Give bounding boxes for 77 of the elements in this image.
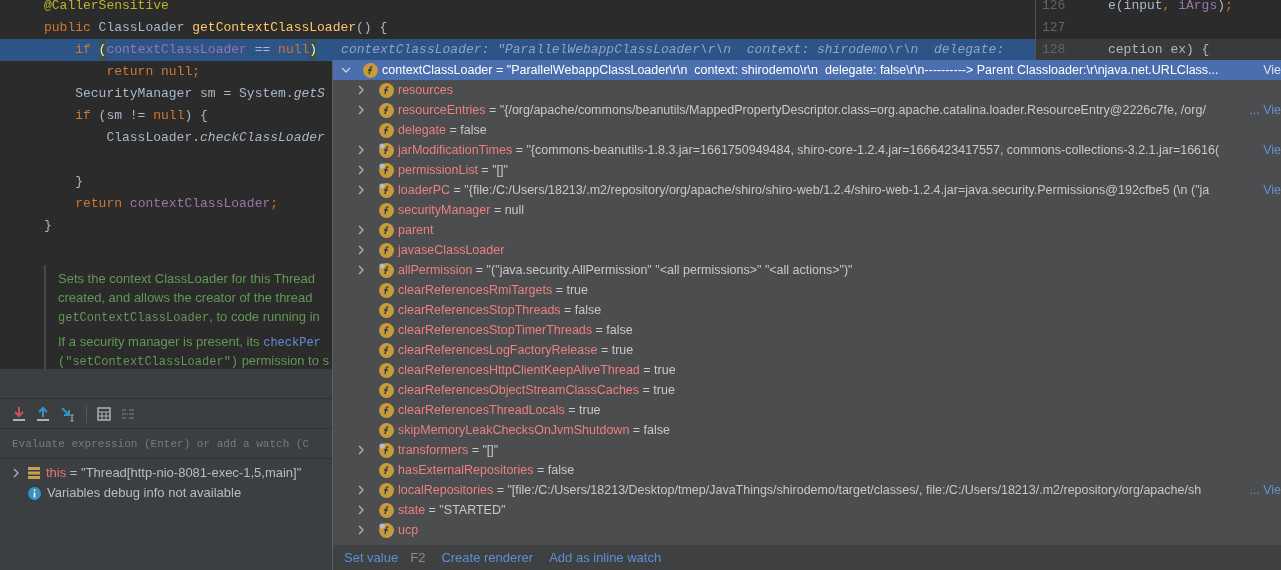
stack-icon (28, 467, 40, 479)
field-entry[interactable]: clearReferencesStopThreads = false (398, 300, 602, 320)
code-line: e(input, iArgs); (1108, 0, 1233, 16)
field-entry[interactable]: skipMemoryLeakChecksOnJvmShutdown = false (398, 420, 670, 440)
field-entry[interactable]: localRepositories = "[file:/C:/Users/18213/Desktop/tmep/JavaThings/shirodemo/target/classes/, file:/C:/Users/18213/.m2/repository/org/apache/sh (398, 480, 1202, 500)
field-entry[interactable]: clearReferencesLogFactoryRelease = true (398, 340, 634, 360)
chevron-right-icon[interactable] (12, 468, 20, 478)
doc-text: Sets the context ClassLoader for this Thread (58, 270, 315, 288)
code-line: @CallerSensitive (44, 0, 169, 16)
field-entry[interactable]: clearReferencesObjectStreamClassCaches = true (398, 380, 675, 400)
doc-text: ("setContextClassLoader") permission to s (58, 352, 330, 370)
chevron-right-icon[interactable] (357, 245, 365, 255)
doc-text: created, and allows the creator of the thread (58, 289, 313, 307)
view-link[interactable]: ... Vie (1249, 480, 1281, 500)
field-entry[interactable]: delegate = false (398, 120, 487, 140)
chevron-right-icon[interactable] (357, 445, 365, 455)
chevron-right-icon[interactable] (357, 265, 365, 275)
info-icon (28, 486, 41, 500)
view-link[interactable]: ... Vie (1249, 100, 1281, 120)
field-entry[interactable]: clearReferencesRmiTargets = true (398, 280, 589, 300)
selected-row[interactable]: contextClassLoader = "ParallelWebappClassLoader\r\n context: shirodemo\r\n delegate: false\r\n----------> Parent Classloader:\r\njava.net.URLClass... Vie (333, 60, 1281, 80)
doc-text: If a security manager is present, its checkPer (58, 333, 321, 351)
arrow-cursor-icon[interactable] (60, 405, 76, 422)
field-entry[interactable]: ucp (398, 520, 419, 540)
chevron-right-icon[interactable] (357, 165, 365, 175)
chevron-right-icon[interactable] (357, 105, 365, 115)
code-line: if (contextClassLoader == null) (74, 40, 318, 60)
code-line: } (44, 217, 52, 236)
info-message: Variables debug info not available (47, 484, 242, 503)
field-entry[interactable]: resources (398, 80, 453, 100)
code-line: } (74, 173, 83, 192)
field-entry[interactable]: contextClassLoader = "ParallelWebappClassLoader\r\n context: shirodemo\r\n delegate: false\r\n----------> Parent Classloader:\r\njava.net.URLClass... (382, 60, 1219, 80)
field-entry[interactable]: javaseClassLoader (398, 240, 505, 260)
field-entry[interactable]: jarModificationTimes = "{commons-beanutils-1.8.3.jar=1661750949484, shiro-core-1.2.4.jar=1666423417557, commons-collections-3.2.1.jar=16616( (398, 140, 1220, 160)
field-entry[interactable]: resourceEntries = "{/org/apache/commons/beanutils/MappedPropertyDescriptor.class=org.apache.catalina.loader.ResourceEntry@2226c7fe, /org/ (398, 100, 1206, 120)
code-line: return contextClassLoader; (74, 195, 279, 214)
line-number: 126 (1041, 0, 1067, 16)
calculator-icon[interactable] (97, 406, 111, 421)
action-link[interactable]: Create renderer (441, 547, 534, 568)
step-into-icon[interactable] (12, 405, 26, 422)
shortcut-hint: F2 (410, 548, 426, 567)
field-entry[interactable]: transformers = "[]" (398, 440, 499, 460)
view-link[interactable]: Vie (1263, 140, 1281, 160)
field-entry[interactable]: clearReferencesStopTimerThreads = false (398, 320, 633, 340)
code-line: return null; (105, 63, 201, 82)
chevron-right-icon[interactable] (357, 525, 365, 535)
chevron-right-icon[interactable] (357, 485, 365, 495)
code-line: SecurityManager sm = System.getS (74, 85, 325, 104)
field-entry[interactable]: state = "STARTED" (398, 500, 506, 520)
field-entry[interactable]: hasExternalRepositories = false (398, 460, 575, 480)
line-number: 127 (1041, 19, 1067, 38)
field-entry[interactable]: clearReferencesHttpClientKeepAliveThread = true (398, 360, 676, 380)
field-entry[interactable]: loaderPC = "{file:/C:/Users/18213/.m2/repository/org/apache/shiro/shiro-web/1.2.4/shiro-web-1.2.4.jar=java.security.Permissions@192cfbe5 (\n ("ja (398, 180, 1210, 200)
chevron-right-icon[interactable] (357, 185, 365, 195)
chevron-right-icon[interactable] (357, 85, 365, 95)
field-icon (363, 62, 378, 78)
variable-entry[interactable]: this = "Thread[http-nio-8081-exec-1,5,main]" (46, 463, 302, 483)
field-entry[interactable]: allPermission = "("java.security.AllPermission" "<all permissions>" "<all actions>")" (398, 260, 853, 280)
view-link[interactable]: Vie (1263, 180, 1281, 200)
chevron-right-icon[interactable] (357, 145, 365, 155)
field-entry[interactable]: clearReferencesThreadLocals = true (398, 400, 601, 420)
step-out-icon[interactable] (36, 405, 50, 422)
field-entry[interactable]: parent (398, 220, 434, 240)
code-line: public ClassLoader getContextClassLoader() { (44, 19, 388, 38)
code-line: ClassLoader.checkClassLoader (105, 129, 325, 148)
action-link[interactable]: Add as inline watch (549, 547, 662, 568)
field-entry[interactable]: securityManager = null (398, 200, 525, 220)
chevron-right-icon[interactable] (357, 225, 365, 235)
view-link[interactable]: Vie (1263, 60, 1281, 80)
chevron-right-icon[interactable] (357, 505, 365, 515)
action-link[interactable]: Set value (344, 547, 399, 568)
field-entry[interactable]: permissionList = "[]" (398, 160, 508, 180)
chevron-down-icon[interactable] (341, 66, 351, 74)
doc-text: getContextClassLoader, to code running in (58, 308, 320, 326)
code-line: if (sm != null) { (74, 107, 208, 126)
code-line: ception ex) { (1108, 41, 1210, 60)
inline-hint: contextClassLoader: "ParallelWebappClassLoader\r\n context: shirodemo\r\n delegate: (341, 41, 1006, 60)
